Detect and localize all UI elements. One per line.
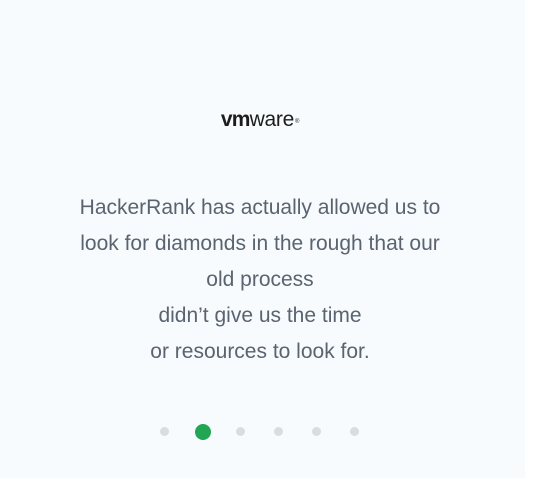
testimonial-quote: HackerRank has actually allowed us to lo… [20,190,500,370]
carousel-dot-4[interactable] [274,427,283,436]
carousel-dot-1[interactable] [160,427,169,436]
carousel-pagination [0,420,520,444]
carousel-dot-6[interactable] [350,427,359,436]
quote-line: or resources to look for. [150,340,370,363]
quote-line: look for diamonds in the rough that our [80,232,440,255]
carousel-dot-5[interactable] [312,427,321,436]
quote-line: HackerRank has actually allowed us to [79,196,441,219]
carousel-dot-3[interactable] [236,427,245,436]
logo-text-bold: vm [220,108,251,131]
logo-registered-mark: ® [294,119,300,125]
testimonial-card: vmware® HackerRank has actually allowed … [0,0,525,478]
logo-text-regular: ware [249,108,295,131]
quote-line: old process [206,268,314,291]
quote-line: didn’t give us the time [158,304,362,327]
company-logo: vmware® [0,106,520,134]
carousel-dot-2[interactable] [195,424,211,440]
